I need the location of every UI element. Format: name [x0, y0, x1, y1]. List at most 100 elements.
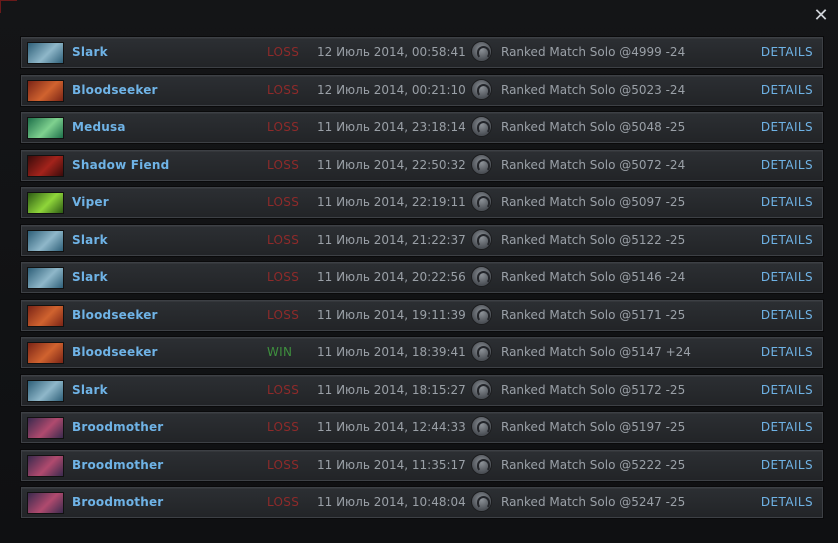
game-mode-icon [471, 416, 492, 437]
match-date: 11 Июль 2014, 23:18:14 [317, 120, 466, 134]
match-result: LOSS [267, 157, 300, 172]
match-row[interactable]: Broodmother LOSS 11 Июль 2014, 12:44:33 Ran… [21, 412, 823, 443]
details-link[interactable]: DETAILS [761, 488, 813, 517]
match-result: LOSS [267, 382, 300, 397]
details-link[interactable]: DETAILS [761, 376, 813, 405]
game-mode-label: Ranked Match Solo @5048 -25 [501, 120, 686, 134]
hero-portrait [27, 192, 64, 214]
game-mode-label: Ranked Match Solo @5146 -24 [501, 270, 686, 284]
game-mode-icon [471, 228, 492, 250]
match-date: 11 Июль 2014, 21:22:37 [317, 232, 466, 247]
details-link[interactable]: DETAILS [761, 413, 813, 442]
details-link[interactable]: DETAILS [761, 263, 813, 292]
match-list: Slark LOSS 12 Июль 2014, 00:58:41 Ranked Ma… [21, 37, 823, 525]
game-mode-icon [471, 303, 492, 325]
hero-portrait [27, 342, 64, 364]
game-mode-icon [471, 191, 492, 212]
game-mode-label: Ranked Match Solo @5122 -25 [501, 232, 686, 247]
match-row[interactable]: Slark LOSS 11 Июль 2014, 18:15:27 Ranked Ma… [21, 374, 823, 406]
hero-name: Broodmother [72, 495, 164, 509]
match-date: 11 Июль 2014, 18:15:27 [317, 382, 466, 397]
match-row[interactable]: Viper LOSS 11 Июль 2014, 22:19:11 Ranked Ma… [21, 187, 823, 218]
match-date: 11 Июль 2014, 20:22:56 [317, 270, 466, 284]
hero-name: Viper [72, 195, 109, 209]
match-result: LOSS [267, 495, 300, 509]
details-link[interactable]: DETAILS [761, 301, 813, 330]
match-date: 11 Июль 2014, 19:11:39 [317, 307, 466, 322]
details-link[interactable]: DETAILS [761, 151, 813, 180]
match-result: LOSS [267, 120, 300, 134]
game-mode-label: Ranked Match Solo @5147 +24 [501, 345, 691, 359]
match-row[interactable]: Slark LOSS 11 Июль 2014, 21:22:37 Ranked Ma… [21, 224, 823, 256]
hero-name: Shadow Fiend [72, 157, 170, 172]
match-result: LOSS [267, 307, 300, 322]
hero-portrait [27, 417, 64, 439]
game-mode-icon [471, 116, 492, 137]
match-result: LOSS [267, 195, 300, 209]
game-mode-label: Ranked Match Solo @5171 -25 [501, 307, 686, 322]
details-link[interactable]: DETAILS [761, 188, 813, 217]
hero-portrait [27, 79, 64, 102]
game-mode-icon [471, 78, 492, 100]
game-mode-icon [471, 266, 492, 287]
match-row[interactable]: Bloodseeker WIN 11 Июль 2014, 18:39:41 Rank… [21, 337, 823, 368]
game-mode-icon [471, 153, 492, 175]
match-result: LOSS [267, 82, 300, 97]
hero-portrait [27, 117, 64, 139]
game-mode-label: Ranked Match Solo @5072 -24 [501, 157, 686, 172]
match-row[interactable]: Slark LOSS 12 Июль 2014, 00:58:41 Ranked Ma… [21, 37, 823, 68]
hero-name: Medusa [72, 120, 126, 134]
match-row[interactable]: Bloodseeker LOSS 12 Июль 2014, 00:21:10 Ran… [21, 74, 823, 106]
match-date: 11 Июль 2014, 18:39:41 [317, 345, 466, 359]
game-mode-icon [471, 341, 492, 362]
match-row[interactable]: Broodmother LOSS 11 Июль 2014, 11:35:17 Ran… [21, 449, 823, 481]
hero-name: Bloodseeker [72, 307, 158, 322]
game-mode-icon [471, 453, 492, 475]
match-row[interactable]: Medusa LOSS 11 Июль 2014, 23:18:14 Ranked M… [21, 112, 823, 143]
match-history-panel: ✕ Slark LOSS 12 Июль 2014, 00:58:41 Ranked … [0, 0, 838, 543]
match-row[interactable]: Shadow Fiend LOSS 11 Июль 2014, 22:50:32 Ra… [21, 149, 823, 181]
game-mode-label: Ranked Match Solo @5222 -25 [501, 457, 686, 472]
game-mode-icon [471, 491, 492, 512]
hero-name: Slark [72, 382, 108, 397]
match-date: 12 Июль 2014, 00:58:41 [317, 45, 466, 59]
details-link[interactable]: DETAILS [761, 76, 813, 105]
match-row[interactable]: Broodmother LOSS 11 Июль 2014, 10:48:04 Ran… [21, 487, 823, 518]
game-mode-label: Ranked Match Solo @5023 -24 [501, 82, 686, 97]
match-date: 11 Июль 2014, 22:19:11 [317, 195, 466, 209]
game-mode-icon [471, 378, 492, 400]
panel-corner-decoration [0, 0, 17, 13]
match-date: 11 Июль 2014, 12:44:33 [317, 420, 466, 434]
game-mode-label: Ranked Match Solo @5197 -25 [501, 420, 686, 434]
match-date: 11 Июль 2014, 22:50:32 [317, 157, 466, 172]
hero-name: Slark [72, 45, 108, 59]
hero-portrait [27, 379, 64, 402]
details-link[interactable]: DETAILS [761, 38, 813, 67]
hero-portrait [27, 229, 64, 252]
hero-name: Slark [72, 232, 108, 247]
close-icon[interactable]: ✕ [810, 5, 832, 27]
hero-portrait [27, 154, 64, 177]
game-mode-label: Ranked Match Solo @5097 -25 [501, 195, 686, 209]
hero-name: Broodmother [72, 457, 164, 472]
details-link[interactable]: DETAILS [761, 226, 813, 255]
hero-name: Bloodseeker [72, 345, 158, 359]
match-date: 11 Июль 2014, 11:35:17 [317, 457, 466, 472]
hero-name: Bloodseeker [72, 82, 158, 97]
game-mode-label: Ranked Match Solo @5247 -25 [501, 495, 686, 509]
details-link[interactable]: DETAILS [761, 451, 813, 480]
match-result: LOSS [267, 270, 300, 284]
hero-portrait [27, 492, 64, 514]
game-mode-icon [471, 41, 492, 62]
hero-name: Slark [72, 270, 108, 284]
details-link[interactable]: DETAILS [761, 113, 813, 142]
hero-portrait [27, 267, 64, 289]
match-row[interactable]: Bloodseeker LOSS 11 Июль 2014, 19:11:39 Ran… [21, 299, 823, 331]
match-result: WIN [267, 345, 293, 359]
details-link[interactable]: DETAILS [761, 338, 813, 367]
match-date: 12 Июль 2014, 00:21:10 [317, 82, 466, 97]
match-row[interactable]: Slark LOSS 11 Июль 2014, 20:22:56 Ranked Ma… [21, 262, 823, 293]
match-result: LOSS [267, 45, 300, 59]
hero-portrait [27, 304, 64, 327]
game-mode-label: Ranked Match Solo @5172 -25 [501, 382, 686, 397]
